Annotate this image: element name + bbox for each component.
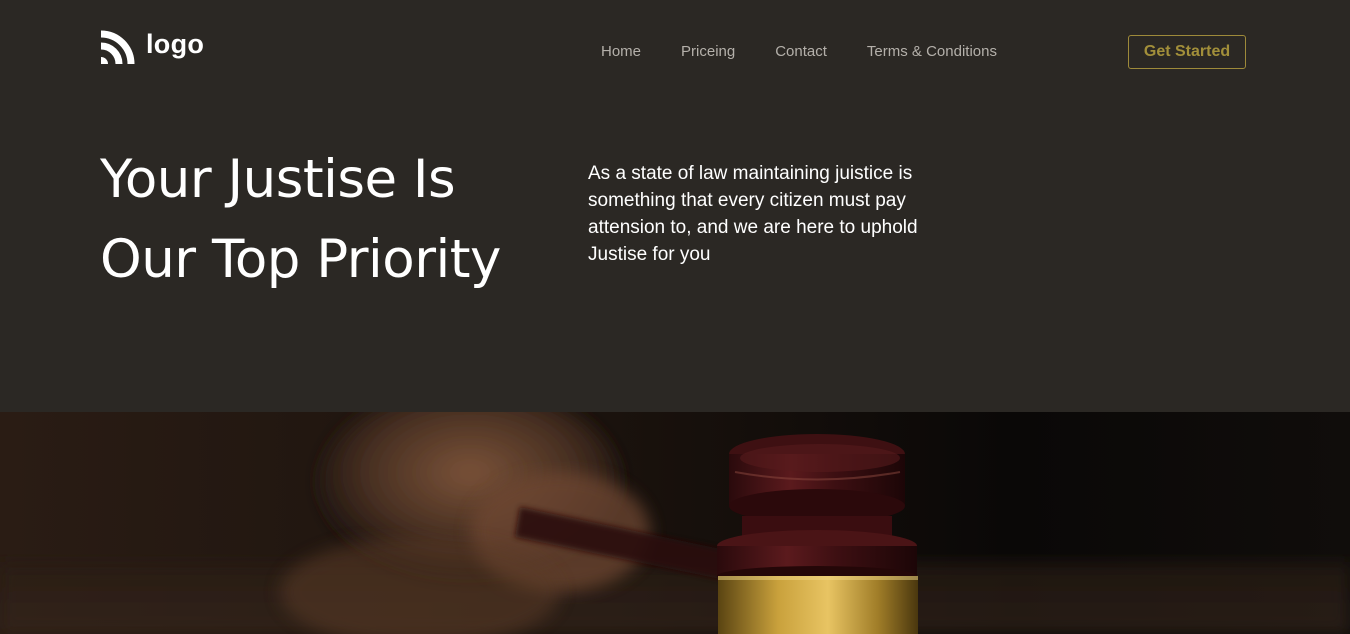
main-nav: Home Priceing Contact Terms & Conditions: [601, 43, 997, 60]
logo-link[interactable]: logo: [100, 29, 204, 65]
gavel-image-illustration: [0, 412, 1350, 634]
hero-title-line-2: Our Top Priority: [100, 229, 501, 290]
page: logo Home Priceing Contact Terms & Condi…: [0, 0, 1350, 634]
signal-waves-icon: [100, 29, 136, 65]
nav-contact[interactable]: Contact: [775, 43, 827, 60]
nav-home[interactable]: Home: [601, 43, 641, 60]
logo-text: logo: [146, 28, 205, 59]
hero-title: Your Justise Is Our Top Priority: [100, 140, 560, 300]
nav-terms[interactable]: Terms & Conditions: [867, 43, 997, 60]
gavel-hero-image: [0, 412, 1350, 634]
hero-section: logo Home Priceing Contact Terms & Condi…: [0, 0, 1350, 412]
hero-title-line-1: Your Justise Is: [100, 149, 456, 210]
get-started-button[interactable]: Get Started: [1128, 35, 1246, 69]
hero-description: As a state of law maintaining juistice i…: [588, 163, 918, 265]
nav-pricing[interactable]: Priceing: [681, 43, 735, 60]
